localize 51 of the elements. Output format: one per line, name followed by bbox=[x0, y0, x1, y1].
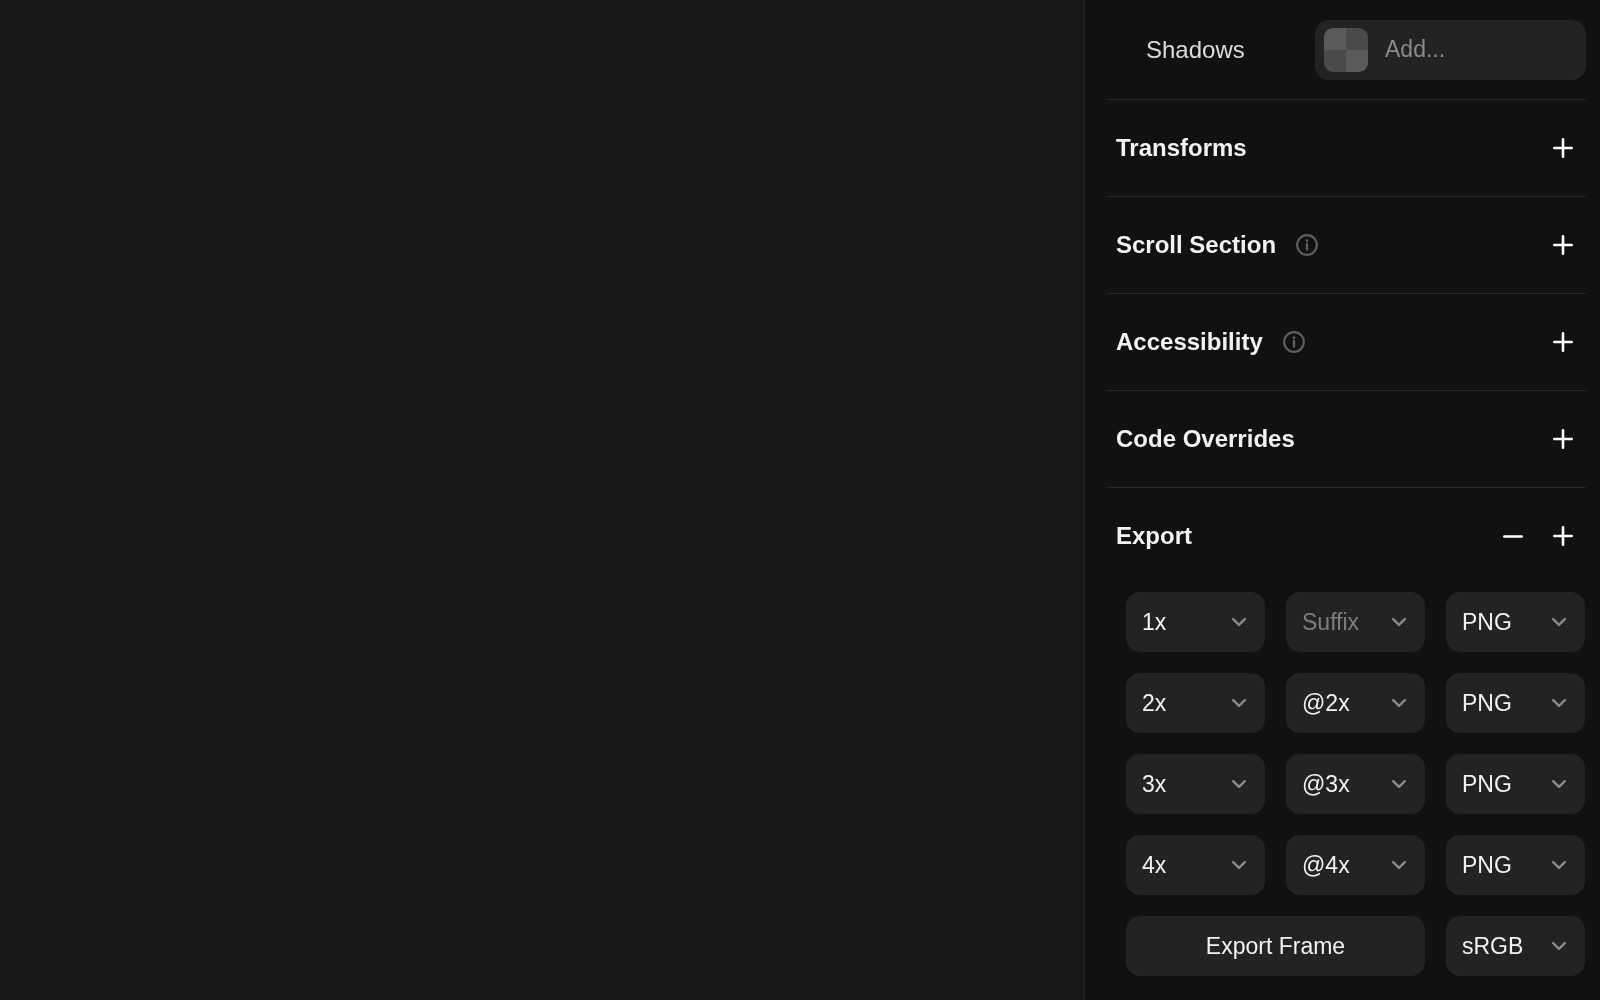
scale-dropdown[interactable]: 2x bbox=[1126, 673, 1265, 733]
section-title: Export bbox=[1116, 521, 1192, 551]
add-button[interactable] bbox=[1550, 426, 1576, 452]
section-title: Code Overrides bbox=[1116, 424, 1295, 454]
chevron-down-icon bbox=[1552, 861, 1566, 869]
plus-icon bbox=[1553, 429, 1573, 449]
scale-dropdown[interactable]: 1x bbox=[1126, 592, 1265, 652]
section-header[interactable]: Scroll Section bbox=[1106, 197, 1586, 294]
chevron-down-icon bbox=[1392, 699, 1406, 707]
chevron-down-icon bbox=[1232, 618, 1246, 626]
chevron-down-icon bbox=[1232, 699, 1246, 707]
chevron-down-icon bbox=[1392, 780, 1406, 788]
section-header[interactable]: Accessibility bbox=[1106, 294, 1586, 391]
format-dropdown[interactable]: PNG bbox=[1446, 754, 1585, 814]
section-header[interactable]: Transforms bbox=[1106, 100, 1586, 197]
suffix-dropdown[interactable]: @3x bbox=[1286, 754, 1425, 814]
format-dropdown[interactable]: PNG bbox=[1446, 835, 1585, 895]
shadows-label: Shadows bbox=[1145, 34, 1246, 65]
suffix-dropdown[interactable]: @2x bbox=[1286, 673, 1425, 733]
add-button[interactable] bbox=[1550, 523, 1576, 549]
plus-icon bbox=[1553, 332, 1573, 352]
color-profile-dropdown[interactable]: sRGB bbox=[1446, 916, 1585, 976]
add-button[interactable] bbox=[1550, 232, 1576, 258]
plus-icon bbox=[1553, 138, 1573, 158]
section-title: Accessibility bbox=[1116, 327, 1263, 357]
chevron-down-icon bbox=[1552, 618, 1566, 626]
format-dropdown[interactable]: PNG bbox=[1446, 673, 1585, 733]
chevron-down-icon bbox=[1232, 780, 1246, 788]
chevron-down-icon bbox=[1232, 861, 1246, 869]
section-title: Scroll Section bbox=[1116, 230, 1277, 260]
minus-icon bbox=[1503, 534, 1523, 538]
checkerboard-swatch-icon bbox=[1324, 27, 1368, 72]
export-frame-button[interactable]: Export Frame bbox=[1126, 916, 1425, 976]
chevron-down-icon bbox=[1552, 780, 1566, 788]
section-title: Transforms bbox=[1116, 133, 1247, 163]
section-header[interactable]: Code Overrides bbox=[1106, 391, 1586, 488]
add-button[interactable] bbox=[1550, 329, 1576, 355]
shadow-input[interactable]: Add... bbox=[1385, 32, 1574, 67]
shadow-field[interactable]: Add... bbox=[1315, 19, 1586, 80]
scale-dropdown[interactable]: 4x bbox=[1126, 835, 1265, 895]
suffix-dropdown[interactable]: Suffix bbox=[1286, 592, 1425, 652]
scale-dropdown[interactable]: 3x bbox=[1126, 754, 1265, 814]
chevron-down-icon bbox=[1552, 942, 1566, 950]
chevron-down-icon bbox=[1392, 618, 1406, 626]
chevron-down-icon bbox=[1392, 861, 1406, 869]
suffix-dropdown[interactable]: @4x bbox=[1286, 835, 1425, 895]
format-dropdown[interactable]: PNG bbox=[1446, 592, 1585, 652]
plus-icon bbox=[1553, 526, 1573, 546]
add-button[interactable] bbox=[1550, 135, 1576, 161]
chevron-down-icon bbox=[1552, 699, 1566, 707]
plus-icon bbox=[1553, 235, 1573, 255]
